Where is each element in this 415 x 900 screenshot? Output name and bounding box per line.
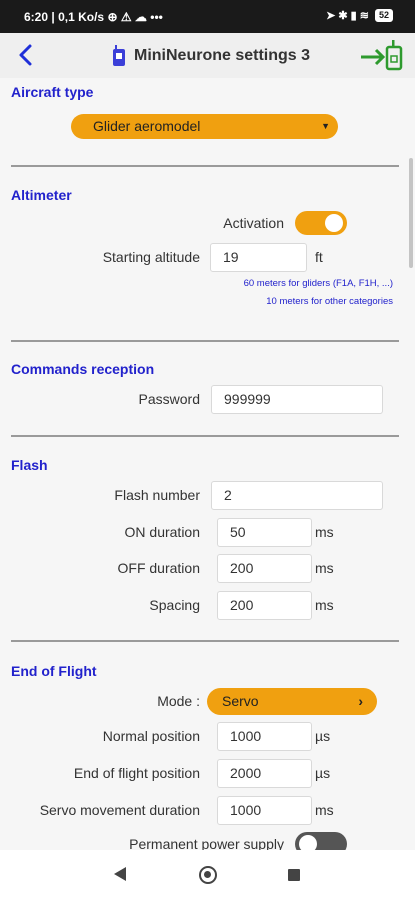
- altitude-hint-gliders: 60 meters for gliders (F1A, F1H, ...): [243, 278, 393, 289]
- status-left: 6:20 | 0,1 Ko/s ⊕ ⚠ ☁ •••: [24, 10, 163, 24]
- aircraft-section-title: Aircraft type: [11, 84, 94, 100]
- divider: [11, 640, 399, 642]
- flash-number-label: Flash number: [114, 487, 200, 503]
- altimeter-section-title: Altimeter: [11, 187, 72, 203]
- eof-position-unit: µs: [315, 765, 331, 781]
- password-label: Password: [138, 391, 200, 407]
- mode-label: Mode :: [157, 693, 200, 709]
- status-extras: ⊕ ⚠ ☁ •••: [107, 10, 163, 24]
- altitude-hint-other: 10 meters for other categories: [266, 296, 393, 307]
- divider: [11, 340, 399, 342]
- settings-content[interactable]: Aircraft type Glider aeromodel ▼ Altimet…: [0, 78, 415, 850]
- on-duration-input[interactable]: 50: [217, 518, 312, 547]
- commands-section-title: Commands reception: [11, 361, 155, 377]
- servo-movement-input[interactable]: 1000: [217, 796, 312, 825]
- exit-to-device-icon[interactable]: [359, 39, 405, 71]
- servo-movement-label: Servo movement duration: [39, 802, 200, 818]
- permanent-power-label: Permanent power supply: [129, 836, 284, 850]
- scrollbar[interactable]: [409, 158, 413, 268]
- altitude-unit: ft: [315, 249, 323, 265]
- servo-movement-unit: ms: [315, 802, 334, 818]
- nav-recent-apps-icon[interactable]: [288, 869, 300, 881]
- status-speed: 0,1 Ko/s: [58, 10, 105, 24]
- mode-selector-button[interactable]: Servo ›: [207, 688, 377, 715]
- on-duration-label: ON duration: [124, 524, 200, 540]
- chevron-down-icon: ▼: [321, 121, 330, 131]
- activation-toggle[interactable]: [295, 211, 347, 235]
- normal-position-input[interactable]: 1000: [217, 722, 312, 751]
- toggle-knob: [325, 214, 343, 232]
- mode-value: Servo: [222, 693, 259, 709]
- battery-icon: 52: [374, 9, 393, 22]
- off-duration-unit: ms: [315, 560, 334, 576]
- status-time: 6:20: [24, 10, 49, 24]
- eof-position-input[interactable]: 2000: [217, 759, 312, 788]
- system-nav-bar: [0, 850, 415, 900]
- status-bar: 6:20 | 0,1 Ko/s ⊕ ⚠ ☁ ••• ➤ ✱ ▮ ≋ 52: [0, 0, 415, 33]
- flash-section-title: Flash: [11, 457, 48, 473]
- divider: [11, 435, 399, 437]
- starting-altitude-input[interactable]: 19: [210, 243, 307, 272]
- off-duration-label: OFF duration: [117, 560, 200, 576]
- title-wrap: MiniNeurone settings 3: [112, 45, 310, 67]
- normal-position-unit: µs: [315, 728, 331, 744]
- permanent-power-toggle[interactable]: [295, 832, 347, 850]
- toggle-knob: [299, 835, 317, 850]
- spacing-unit: ms: [315, 597, 334, 613]
- flash-number-input[interactable]: 2: [211, 481, 383, 510]
- spacing-label: Spacing: [149, 597, 200, 613]
- chevron-right-icon: ›: [358, 693, 363, 709]
- nav-back-icon[interactable]: [113, 866, 127, 882]
- normal-position-label: Normal position: [102, 728, 200, 744]
- status-indicators: ➤ ✱ ▮ ≋: [326, 10, 369, 22]
- eof-position-label: End of flight position: [73, 765, 200, 781]
- aircraft-type-dropdown[interactable]: Glider aeromodel ▼: [71, 114, 338, 139]
- app-bar: MiniNeurone settings 3: [0, 33, 415, 78]
- off-duration-input[interactable]: 200: [217, 554, 312, 583]
- status-right: ➤ ✱ ▮ ≋ 52: [326, 9, 393, 22]
- back-arrow-icon[interactable]: [12, 41, 40, 69]
- device-icon: [113, 45, 125, 66]
- password-input[interactable]: 999999: [211, 385, 383, 414]
- aircraft-type-value: Glider aeromodel: [93, 118, 201, 134]
- nav-home-icon[interactable]: [199, 866, 217, 884]
- divider: [11, 165, 399, 167]
- on-duration-unit: ms: [315, 524, 334, 540]
- page-title: MiniNeurone settings 3: [134, 47, 311, 64]
- activation-label: Activation: [223, 215, 284, 231]
- spacing-input[interactable]: 200: [217, 591, 312, 620]
- eof-section-title: End of Flight: [11, 663, 97, 679]
- starting-altitude-label: Starting altitude: [102, 249, 200, 265]
